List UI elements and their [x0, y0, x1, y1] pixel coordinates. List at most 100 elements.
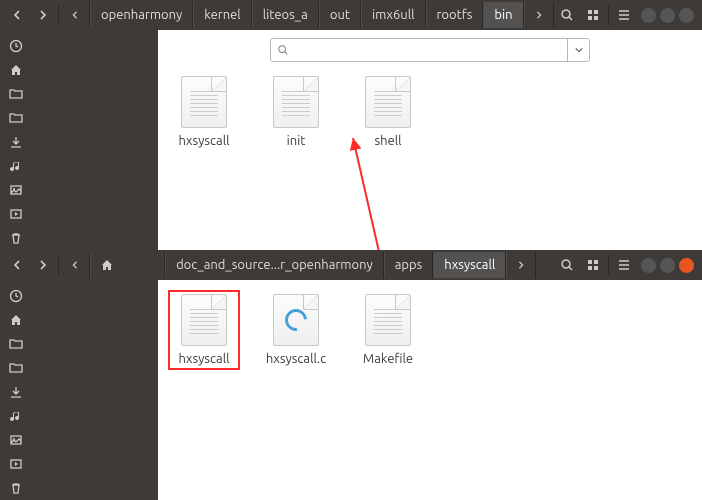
clock-icon — [8, 39, 24, 53]
search-dropdown[interactable] — [567, 39, 589, 61]
file-icon — [365, 76, 411, 128]
back-button[interactable] — [4, 252, 30, 278]
forward-button[interactable] — [30, 252, 56, 278]
search-field[interactable] — [270, 38, 590, 62]
sidebar-item-desktop[interactable]: Desktop — [0, 332, 158, 356]
sidebar-item-desktop[interactable]: Desktop — [0, 82, 158, 106]
music-icon — [8, 159, 24, 173]
breadcrumb-item[interactable]: doc_and_source...r_openharmony — [165, 252, 384, 278]
window-maximize[interactable] — [660, 8, 675, 23]
sidebar-item-trash[interactable]: Trash — [0, 226, 158, 250]
sidebar-item-recent[interactable]: Recent — [0, 34, 158, 58]
breadcrumb-home[interactable]: Home — [90, 252, 165, 278]
clock-icon — [8, 289, 24, 303]
window-close[interactable] — [679, 8, 694, 23]
search-input[interactable] — [295, 40, 567, 60]
sidebar-item-label: Videos — [34, 207, 74, 221]
sidebar-item-home[interactable]: Home — [0, 308, 158, 332]
home-icon — [8, 313, 24, 327]
file-icon — [365, 294, 411, 346]
sidebar-item-label: Home — [34, 313, 69, 327]
file-icon — [273, 294, 319, 346]
sidebar-item-label: Videos — [34, 457, 74, 471]
sidebar-item-label: Trash — [34, 481, 65, 495]
view-grid-button[interactable] — [580, 2, 606, 28]
file-item[interactable]: init — [264, 76, 328, 148]
video-icon — [8, 207, 24, 221]
file-icon — [273, 76, 319, 128]
sidebar-item-label: Desktop — [34, 337, 83, 351]
file-item[interactable]: shell — [356, 76, 420, 148]
sidebar-item-videos[interactable]: Videos — [0, 202, 158, 226]
trash-icon — [8, 231, 24, 245]
file-label: hxsyscall.c — [266, 352, 326, 366]
download-icon — [8, 135, 24, 149]
window-maximize[interactable] — [660, 258, 675, 273]
sidebar-item-label: Documents — [34, 111, 101, 125]
content-top: hxsyscall init shell — [158, 30, 702, 250]
music-icon — [8, 409, 24, 423]
breadcrumb-item[interactable]: openharmony — [90, 2, 193, 28]
view-grid-button[interactable] — [580, 252, 606, 278]
sidebar-item-label: Music — [34, 159, 68, 173]
sidebar-item-downloads[interactable]: Downloads — [0, 380, 158, 404]
file-label: Makefile — [363, 352, 413, 366]
file-icon — [181, 294, 227, 346]
file-label: shell — [374, 134, 401, 148]
sidebar-item-documents[interactable]: Documents — [0, 356, 158, 380]
sidebar-item-music[interactable]: Music — [0, 154, 158, 178]
file-item[interactable]: Makefile — [356, 294, 420, 366]
sidebar-top: Recent HomeDesktop Documents Downloads Music… — [0, 30, 158, 250]
breadcrumb-item[interactable]: hxsyscall — [433, 252, 506, 278]
sidebar-item-label: Pictures — [34, 183, 81, 197]
content-bottom: hxsyscall hxsyscall.c Makefile — [158, 280, 702, 500]
breadcrumb-item[interactable]: out — [319, 2, 361, 28]
window-minimize[interactable] — [641, 258, 656, 273]
toolbar-bottom: Home doc_and_source...r_openharmonyappsh… — [0, 250, 702, 280]
breadcrumb-prev[interactable] — [61, 2, 90, 28]
search-button[interactable] — [554, 252, 580, 278]
folder-icon — [8, 111, 24, 125]
back-button[interactable] — [4, 2, 30, 28]
breadcrumb-item[interactable]: kernel — [193, 2, 251, 28]
file-item[interactable]: hxsyscall — [172, 294, 236, 366]
sidebar-item-downloads[interactable]: Downloads — [0, 130, 158, 154]
breadcrumb-item[interactable]: apps — [384, 252, 434, 278]
breadcrumb-prev[interactable] — [61, 252, 90, 278]
file-item[interactable]: hxsyscall.c — [264, 294, 328, 366]
download-icon — [8, 385, 24, 399]
sidebar-bottom: Recent Home Desktop DocumentsDownloads Music… — [0, 280, 158, 500]
folder-icon — [8, 87, 24, 101]
sidebar-item-recent[interactable]: Recent — [0, 284, 158, 308]
breadcrumb-item[interactable]: liteos_a — [252, 2, 319, 28]
trash-icon — [8, 481, 24, 495]
sidebar-item-label: Pictures — [34, 433, 81, 447]
file-item[interactable]: hxsyscall — [172, 76, 236, 148]
breadcrumb-bottom: Home doc_and_source...r_openharmonyappsh… — [61, 252, 536, 278]
search-button[interactable] — [554, 2, 580, 28]
sidebar-item-videos[interactable]: Videos — [0, 452, 158, 476]
sidebar-item-label: Trash — [34, 231, 65, 245]
breadcrumb-next[interactable] — [524, 2, 554, 28]
window-minimize[interactable] — [641, 8, 656, 23]
sidebar-item-pictures[interactable]: Pictures — [0, 178, 158, 202]
forward-button[interactable] — [30, 2, 56, 28]
folder-icon — [8, 337, 24, 351]
sidebar-item-music[interactable]: Music — [0, 404, 158, 428]
breadcrumb-item[interactable]: rootfs — [426, 2, 484, 28]
sidebar-item-home[interactable]: Home — [0, 58, 158, 82]
breadcrumb-top: openharmonykernelliteos_aoutimx6ullrootf… — [61, 2, 554, 28]
picture-icon — [8, 433, 24, 447]
sidebar-item-trash[interactable]: Trash — [0, 476, 158, 500]
breadcrumb-item[interactable]: bin — [483, 2, 523, 28]
sidebar-item-documents[interactable]: Documents — [0, 106, 158, 130]
menu-button[interactable] — [611, 2, 637, 28]
breadcrumb-item[interactable]: imx6ull — [361, 2, 426, 28]
sidebar-item-pictures[interactable]: Pictures — [0, 428, 158, 452]
sidebar-item-label: Music — [34, 409, 68, 423]
sidebar-item-label: Recent — [34, 39, 75, 53]
breadcrumb-next[interactable] — [506, 252, 536, 278]
file-icon — [181, 76, 227, 128]
window-close[interactable] — [679, 258, 694, 273]
menu-button[interactable] — [611, 252, 637, 278]
